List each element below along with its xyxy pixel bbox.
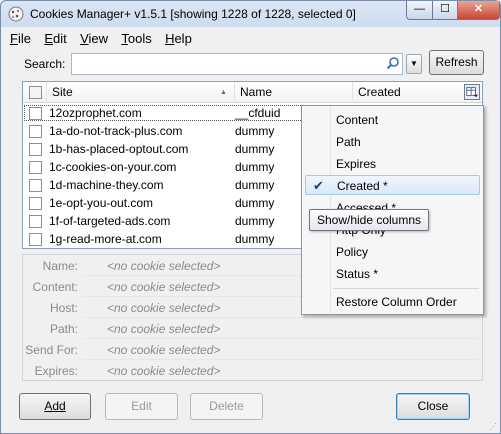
search-options-dropdown[interactable]: ▼: [406, 54, 422, 74]
menu-item-content[interactable]: Content: [305, 110, 480, 130]
detail-value-content: <no cookie selected>: [107, 280, 221, 294]
row-name: dummy: [235, 160, 275, 174]
menu-tools[interactable]: Tools: [116, 29, 156, 48]
divider: [83, 317, 479, 318]
detail-label-path: Path:: [49, 322, 78, 336]
window-title: Cookies Manager+ v1.5.1 [showing 1228 of…: [30, 7, 356, 21]
menu-separator: [333, 288, 479, 289]
column-created[interactable]: Created: [353, 82, 461, 103]
row-checkbox[interactable]: [29, 161, 42, 174]
search-icon[interactable]: [386, 56, 400, 70]
column-name[interactable]: Name: [235, 82, 353, 103]
add-button[interactable]: Add: [19, 393, 91, 420]
checkmark-icon: ✔: [313, 178, 324, 193]
row-name: dummy: [235, 214, 275, 228]
row-site: 1c-cookies-on-your.com: [49, 160, 177, 174]
row-checkbox[interactable]: [29, 197, 42, 210]
column-picker-icon[interactable]: [464, 84, 480, 100]
menu-item-policy[interactable]: Policy: [305, 242, 480, 262]
row-name: dummy: [235, 196, 275, 210]
row-site: 1a-do-not-track-plus.com: [49, 124, 183, 138]
row-site: 12ozprophet.com: [49, 106, 142, 120]
detail-label-send-for: Send For:: [25, 343, 78, 357]
menu-edit[interactable]: Edit: [39, 29, 71, 48]
menu-item-path[interactable]: Path: [305, 132, 480, 152]
row-name: dummy: [235, 232, 275, 246]
detail-value-expires: <no cookie selected>: [107, 364, 221, 378]
row-site: 1f-of-targeted-ads.com: [49, 214, 171, 228]
row-site: 1e-opt-you-out.com: [49, 196, 154, 210]
menu-item-restore-column-order[interactable]: Restore Column Order: [305, 292, 480, 312]
detail-value-host: <no cookie selected>: [107, 301, 221, 315]
menu-file[interactable]: File: [5, 29, 36, 48]
menu-bar: File Edit View Tools Help: [5, 29, 197, 49]
table-header: Site ▲ Name Created: [23, 82, 482, 103]
menu-help[interactable]: Help: [160, 29, 197, 48]
menu-view[interactable]: View: [75, 29, 113, 48]
search-input[interactable]: [71, 53, 403, 75]
row-name: __cfduid: [235, 106, 281, 120]
close-window-button[interactable]: ✕: [457, 1, 500, 20]
menu-item-created[interactable]: ✔ Created *: [305, 175, 480, 195]
title-bar: Cookies Manager+ v1.5.1 [showing 1228 of…: [1, 1, 500, 27]
detail-value-path: <no cookie selected>: [107, 322, 221, 336]
row-checkbox[interactable]: [29, 107, 42, 120]
row-checkbox[interactable]: [29, 179, 42, 192]
refresh-button[interactable]: Refresh: [429, 50, 484, 75]
row-site: 1d-machine-they.com: [49, 178, 164, 192]
detail-label-expires: Expires:: [34, 364, 78, 378]
column-picker-tooltip: Show/hide columns: [309, 209, 429, 231]
detail-label-host: Host:: [49, 301, 78, 315]
edit-button[interactable]: Edit: [105, 393, 178, 420]
divider: [83, 338, 479, 339]
row-checkbox[interactable]: [29, 125, 42, 138]
cookies-manager-window: Cookies Manager+ v1.5.1 [showing 1228 of…: [0, 0, 501, 434]
sort-ascending-icon: ▲: [220, 89, 227, 96]
row-checkbox[interactable]: [29, 143, 42, 156]
detail-value-name: <no cookie selected>: [107, 259, 221, 273]
cookie-icon: [8, 6, 24, 22]
close-button[interactable]: Close: [396, 393, 470, 420]
column-site[interactable]: Site: [47, 82, 235, 103]
row-name: dummy: [235, 142, 275, 156]
menu-item-expires[interactable]: Expires: [305, 154, 480, 174]
minimize-button[interactable]: —: [406, 1, 433, 20]
select-all-checkbox[interactable]: [29, 86, 42, 99]
menu-item-status[interactable]: Status *: [305, 264, 480, 284]
maximize-button[interactable]: ☐: [432, 1, 458, 20]
delete-button[interactable]: Delete: [190, 393, 263, 420]
detail-label-name: Name:: [42, 259, 78, 273]
divider: [83, 359, 479, 360]
row-site: 1g-read-more-at.com: [49, 232, 162, 246]
resize-grip-icon[interactable]: ⋰: [489, 422, 497, 431]
select-all-column[interactable]: [23, 82, 47, 103]
detail-label-content: Content:: [32, 280, 78, 294]
row-site: 1b-has-placed-optout.com: [49, 142, 189, 156]
row-checkbox[interactable]: [29, 215, 42, 228]
row-checkbox[interactable]: [29, 233, 42, 246]
row-name: dummy: [235, 124, 275, 138]
search-label: Search:: [24, 57, 66, 71]
row-name: dummy: [235, 178, 275, 192]
detail-value-send-for: <no cookie selected>: [107, 343, 221, 357]
